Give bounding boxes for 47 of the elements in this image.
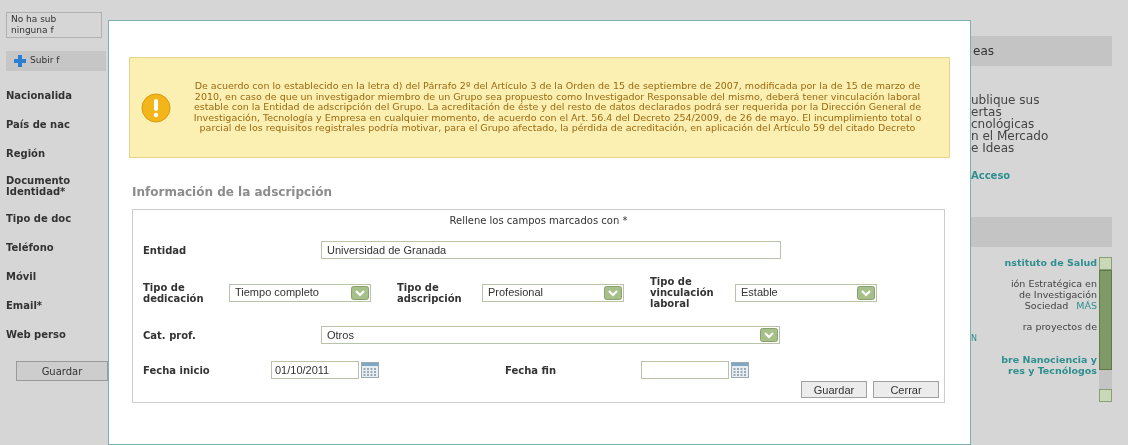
field-label: Tipo de dedicación [143, 281, 205, 304]
news-text: Sociedad [1024, 300, 1069, 311]
save-button[interactable]: Guardar [16, 361, 108, 381]
dropdown-caret-icon [857, 285, 875, 300]
dropdown-caret-icon [351, 285, 369, 300]
date-field[interactable]: 01/10/2011 [271, 361, 359, 379]
calendar-icon[interactable] [731, 362, 749, 378]
photo-note: No ha sub ninguna f [6, 12, 102, 38]
text-field[interactable]: Universidad de Granada [321, 241, 781, 259]
form-label: Tipo de doc [6, 213, 72, 224]
form-label: Web perso [6, 329, 66, 340]
form-label: Móvil [6, 271, 37, 282]
field-label: Cat. prof. [143, 329, 197, 341]
warning-icon [140, 91, 172, 124]
form-label: Email* [6, 300, 43, 311]
plus-icon [14, 55, 26, 67]
dialog-button[interactable]: Guardar [801, 381, 867, 398]
select-field[interactable]: Profesional [482, 283, 624, 302]
news-note: N [971, 333, 978, 344]
field-label: Tipo de adscripción [397, 281, 463, 304]
select-field[interactable]: Tiempo completo [229, 283, 371, 302]
date-field[interactable] [641, 361, 729, 379]
news-text: ión Estratégica en [1010, 278, 1097, 289]
news-text: de Investigación [1018, 289, 1097, 300]
field-label: Tipo de vinculación laboral [650, 276, 715, 309]
panel-title: eas [973, 43, 994, 60]
field-label: Entidad [143, 244, 188, 256]
select-field[interactable]: Estable [735, 283, 877, 302]
field-label: Fecha fin [505, 364, 557, 376]
upload-button[interactable]: Subir f [6, 51, 106, 71]
field-label: Fecha inicio [143, 364, 211, 376]
form-label: Documento Identidad* [6, 175, 71, 197]
dialog-button[interactable]: Cerrar [873, 381, 939, 398]
form-label: Nacionalida [6, 90, 72, 101]
form-label: País de nac [6, 119, 70, 130]
warning-text: De acuerdo con lo establecido en la letra d) del Párrafo 2º del Artículo 3 de la Orden de 15 de septiembre de 2007, modificada por la de 15 de marzo de 2010, en caso de que un investigador miembro de un Grupo sea propuesto como Investigador Responsable del mismo, deberá tener vinculación laboral estable con la Entidad de adscripción del Grupo. La acreditación de éste y del resto de datos declarados podrá ser requerida por la Dirección General de Investigación, Tecnología y Empresa en cualquier momento, de acuerdo con el Art. 56.4 del Decreto 254/2009, de 26 de mayo. El incumplimiento total o parcial de los requisitos registrales podría motivar, para el Grupo afectado, la pérdida de acreditación, en aplicación del Artículo 59 del citado Decreto [192, 81, 923, 134]
scrollbar[interactable] [1099, 257, 1112, 402]
required-note: Rellene los campos marcados con * [449, 214, 628, 228]
news-text: ra proyectos de [1022, 321, 1097, 332]
section-title: Información de la adscripción [132, 184, 334, 201]
form-label: Región [6, 148, 46, 159]
promo-text: ublique sus ertas cnológicas n el Mercado e Ideas [971, 94, 1050, 154]
calendar-icon[interactable] [361, 362, 379, 378]
form-label: Teléfono [6, 242, 54, 253]
dropdown-caret-icon [760, 328, 778, 342]
dropdown-caret-icon [604, 285, 622, 300]
select-field[interactable]: Otros [321, 326, 780, 344]
